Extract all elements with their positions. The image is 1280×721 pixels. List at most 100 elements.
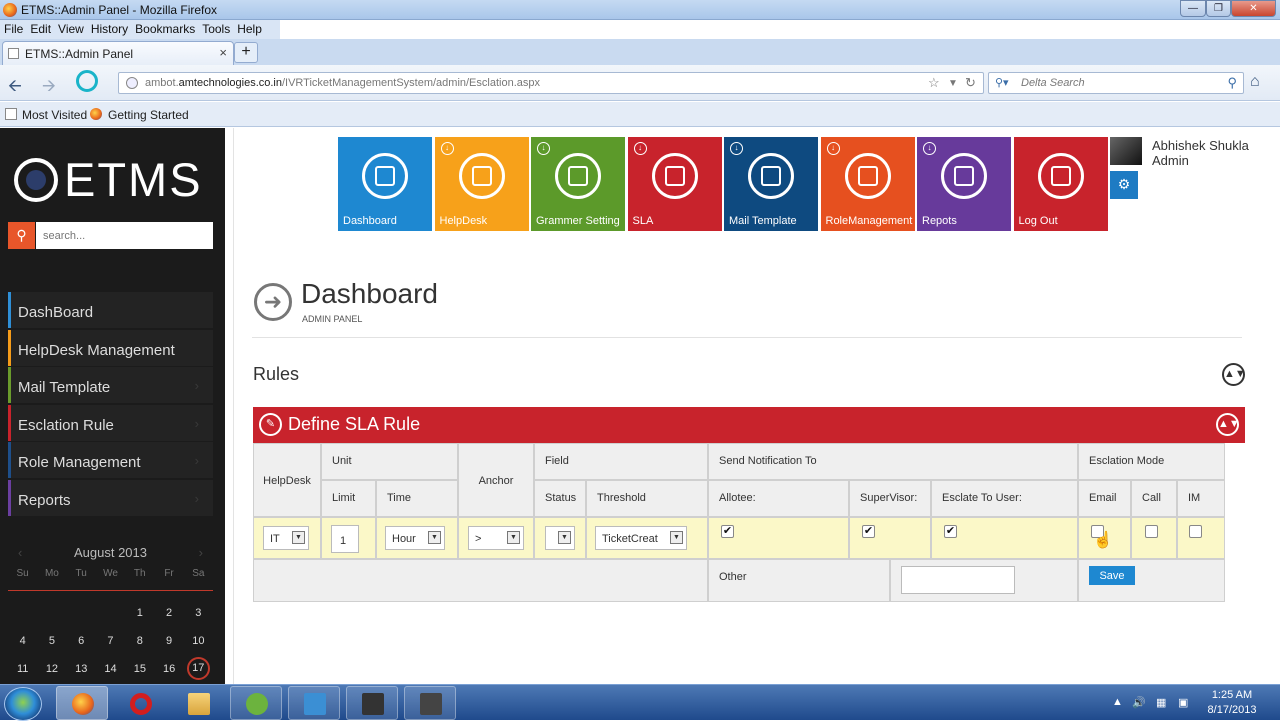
tile-grammer-setting[interactable]: ↓ Grammer Setting	[531, 137, 625, 231]
status-select[interactable]: ▼	[545, 526, 575, 550]
search-engine-icon[interactable]: ⚲▾	[995, 76, 1009, 89]
menu-bookmarks[interactable]: Bookmarks	[131, 20, 198, 36]
back-arrow-icon[interactable]: 🡨	[8, 73, 22, 102]
calendar-day[interactable]: 16	[154, 655, 183, 683]
calendar-day[interactable]: 2	[154, 599, 183, 627]
bookmark-most-visited[interactable]: Most Visited	[22, 108, 87, 122]
calendar-day[interactable]: 3	[184, 599, 213, 627]
menu-help[interactable]: Help	[233, 20, 265, 36]
search-box[interactable]: ⚲▾ Delta Search ⚲	[988, 72, 1244, 94]
limit-input[interactable]: 1	[331, 525, 359, 553]
explorer-taskbar-button[interactable]	[172, 686, 224, 720]
calendar-day[interactable]: 17	[186, 657, 210, 680]
prev-month-icon[interactable]: ‹	[18, 545, 22, 560]
calendar-day[interactable]: 14	[96, 655, 125, 683]
restore-button[interactable]: ❐	[1206, 0, 1231, 17]
tile-repots[interactable]: ↓ Repots	[917, 137, 1011, 231]
threshold-select[interactable]: TicketCreat ▼	[595, 526, 687, 550]
tile-icon	[458, 153, 505, 199]
new-tab-button[interactable]: +	[234, 42, 258, 63]
calendar-day[interactable]: 10	[184, 627, 213, 655]
sla-rule-grid: HelpDesk Unit Limit Time Anchor Field Status Th…	[253, 443, 1225, 603]
sidebar-item[interactable]: Reports ›	[8, 479, 213, 516]
calendar-day[interactable]: 8	[125, 627, 154, 655]
firefox-taskbar-button[interactable]	[56, 686, 108, 720]
calendar-day[interactable]: 7	[96, 627, 125, 655]
menu-file[interactable]: File	[0, 20, 26, 36]
menu-tools[interactable]: Tools	[198, 20, 233, 36]
display-icon[interactable]: ▣	[1178, 696, 1188, 709]
logo-mark-icon	[14, 158, 58, 202]
calendar-day[interactable]: 5	[37, 627, 66, 655]
minimize-button[interactable]: —	[1180, 0, 1206, 17]
calendar-day[interactable]: 13	[67, 655, 96, 683]
search-icon[interactable]: ⚲	[8, 222, 35, 249]
menu-edit[interactable]: Edit	[26, 20, 54, 36]
tile-helpdesk[interactable]: ↓ HelpDesk	[434, 137, 529, 231]
reload-icon[interactable]: ↻	[965, 75, 976, 91]
im-checkbox[interactable]	[1189, 525, 1202, 538]
calendar-weekday: Sa	[192, 568, 205, 579]
calendar-day[interactable]: 1	[125, 599, 154, 627]
anchor-select[interactable]: > ▼	[468, 526, 524, 550]
utorrent-taskbar-button[interactable]	[230, 686, 282, 720]
sidebar-item[interactable]: Esclation Rule ›	[8, 404, 213, 441]
header-allotee: Allotee:	[708, 480, 849, 517]
sidebar-item[interactable]: Role Management ›	[8, 442, 213, 479]
call-checkbox[interactable]	[1145, 525, 1158, 538]
calendar-day[interactable]: 4	[8, 627, 37, 655]
cell-limit: 1	[321, 517, 376, 559]
calendar-day[interactable]: 6	[67, 627, 96, 655]
collapse-panel-icon[interactable]: ▲▼	[1216, 413, 1240, 436]
allotee-checkbox[interactable]: ✔	[721, 525, 734, 538]
delta-toolbar-icon[interactable]	[76, 70, 98, 92]
download-arrow-icon: ↓	[826, 142, 840, 155]
calendar-day[interactable]: 9	[154, 627, 183, 655]
start-button[interactable]	[4, 687, 42, 721]
close-tab-icon[interactable]: ×	[219, 45, 227, 60]
time-select[interactable]: Hour ▼	[385, 526, 445, 550]
calendar-week: 11 12 13 14 15 16 17	[8, 655, 213, 683]
sidebar-item[interactable]: DashBoard	[8, 292, 213, 328]
sidebar-item[interactable]: Mail Template ›	[8, 367, 213, 404]
opera-taskbar-button[interactable]	[114, 686, 166, 720]
forward-arrow-icon[interactable]: 🡪	[42, 73, 56, 102]
tile-rolemanagement[interactable]: ↓ RoleManagement	[820, 137, 915, 231]
url-bar[interactable]: ambot.amtechnologies.co.in/IVRTicketMana…	[118, 72, 984, 94]
menu-view[interactable]: View	[54, 20, 87, 36]
settings-gear-icon[interactable]: ⚙	[1110, 171, 1138, 199]
network-icon[interactable]: ▦	[1156, 696, 1166, 709]
tile-dashboard[interactable]: Dashboard	[338, 137, 432, 231]
esclate-user-checkbox[interactable]: ✔	[944, 525, 957, 538]
tab-etms[interactable]: ETMS::Admin Panel ×	[2, 41, 234, 65]
app-taskbar-button[interactable]	[346, 686, 398, 720]
calendar-day[interactable]: 15	[125, 655, 154, 683]
sidebar-item[interactable]: HelpDesk Management	[8, 329, 213, 366]
helpdesk-select[interactable]: IT ▼	[263, 526, 309, 550]
clock[interactable]: 1:25 AM 8/17/2013	[1196, 688, 1268, 718]
calendar-day[interactable]: 11	[8, 655, 37, 683]
sidebar-search-input[interactable]	[36, 222, 213, 249]
collapse-toggle-icon[interactable]: ▲▼	[1222, 363, 1246, 386]
home-icon[interactable]: ⌂	[1250, 73, 1260, 91]
app-taskbar-button[interactable]	[404, 686, 456, 720]
volume-icon[interactable]: 🔊	[1132, 696, 1146, 709]
next-month-icon[interactable]: ›	[199, 545, 203, 560]
bookmark-getting-started[interactable]: Getting Started	[108, 108, 189, 122]
supervisor-checkbox[interactable]: ✔	[862, 525, 875, 538]
tile-log-out[interactable]: Log Out	[1013, 137, 1108, 231]
app-taskbar-button[interactable]	[288, 686, 340, 720]
search-icon[interactable]: ⚲	[1227, 75, 1237, 91]
menu-history[interactable]: History	[87, 20, 131, 36]
tray-arrow-icon[interactable]: ▲	[1112, 696, 1123, 708]
tile-sla[interactable]: ↓ SLA	[627, 137, 722, 231]
close-button[interactable]: ✕	[1231, 0, 1276, 17]
bookmark-star-icon[interactable]: ☆	[928, 75, 940, 91]
calendar-day[interactable]: 12	[37, 655, 66, 683]
other-input[interactable]	[901, 566, 1015, 594]
save-button[interactable]: Save	[1089, 566, 1135, 585]
tile-mail-template[interactable]: ↓ Mail Template	[724, 137, 818, 231]
header-limit: Limit	[321, 480, 376, 517]
history-dropdown-icon[interactable]: ▼	[948, 78, 958, 89]
tab-title: ETMS::Admin Panel	[25, 47, 134, 61]
